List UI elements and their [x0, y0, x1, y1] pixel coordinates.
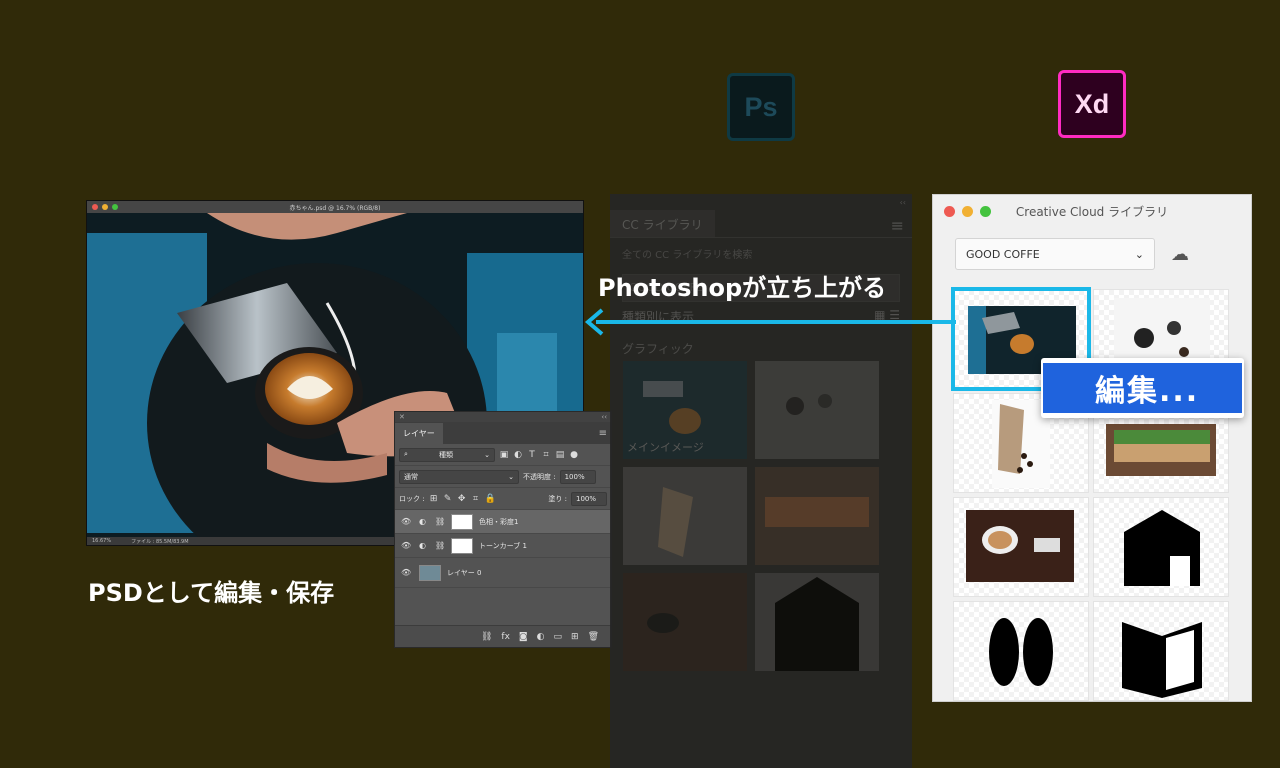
trash-icon[interactable]: 🗑 [588, 632, 599, 642]
panel-menu-icon[interactable]: ≡ [883, 210, 912, 237]
lock-position-icon[interactable]: ✥ [457, 494, 467, 504]
lock-all-icon[interactable]: 🔒 [485, 494, 496, 504]
library-name: GOOD COFFE [966, 247, 1040, 261]
layer-mask-thumbnail[interactable] [451, 537, 473, 554]
opacity-field[interactable]: 100% [559, 469, 596, 484]
library-item[interactable] [623, 573, 747, 671]
fill-field[interactable]: 100% [571, 491, 607, 506]
panel-collapse-icon[interactable]: ‹‹ [900, 198, 906, 207]
eye-icon[interactable]: 👁 [401, 517, 413, 526]
adjustment-layer-icon: ◐ [419, 541, 426, 550]
file-size-readout: ファイル : 85.5M/83.9M [131, 538, 189, 545]
layer-row[interactable]: 👁 レイヤー 0 [395, 558, 611, 588]
cc-library-titlebar: Creative Cloud ライブラリ [933, 195, 1251, 227]
library-item[interactable] [953, 601, 1089, 701]
library-search[interactable]: 全ての CC ライブラリを検索 [622, 246, 900, 266]
opacity-label: 不透明度 : [523, 472, 556, 481]
arrow-icon [584, 308, 956, 336]
library-item[interactable] [755, 573, 879, 671]
blend-mode-value: 通常 [404, 472, 418, 481]
add-mask-icon[interactable]: ◙ [519, 632, 528, 642]
zoom-readout: 16.67% [92, 538, 112, 544]
lock-label: ロック : [399, 494, 425, 503]
fill-label: 塗り : [548, 494, 567, 503]
layer-filter-select[interactable]: ⌕ 種類 ⌄ [399, 447, 495, 462]
type-filter-icon[interactable]: T [527, 450, 537, 460]
library-item[interactable] [953, 497, 1089, 597]
adjustment-layer-icon: ◐ [419, 517, 426, 526]
filter-toggle-icon[interactable]: ● [569, 450, 579, 460]
library-item[interactable] [755, 467, 879, 565]
library-item[interactable] [755, 361, 879, 459]
library-item[interactable] [1093, 497, 1229, 597]
library-select[interactable]: GOOD COFFE ⌄ [955, 238, 1155, 270]
link-icon: ⛓ [435, 541, 446, 550]
new-adjustment-icon[interactable]: ◐ [537, 632, 545, 642]
tab-cc-library[interactable]: CC ライブラリ [610, 210, 715, 237]
lock-artboard-icon[interactable]: ⌗ [471, 494, 481, 504]
xd-icon-label: Xd [1074, 88, 1110, 119]
fx-icon[interactable]: fx [501, 632, 510, 642]
adjustment-filter-icon[interactable]: ◐ [513, 450, 523, 460]
panel-collapse-icon[interactable]: ‹‹ [601, 413, 607, 421]
fill-value: 100% [576, 494, 597, 503]
link-layers-icon[interactable]: ⛓ [481, 632, 492, 642]
cc-library-title: Creative Cloud ライブラリ [1015, 204, 1169, 219]
library-item[interactable]: メインイメージ [623, 361, 747, 459]
lock-transparency-icon[interactable]: ⊞ [429, 494, 439, 504]
search-icon: ⌕ [404, 450, 408, 458]
creative-cloud-icon[interactable]: ☁ [1171, 244, 1189, 265]
layer-mask-thumbnail[interactable] [451, 513, 473, 530]
ps-icon-label: Ps [744, 91, 778, 122]
chevron-down-icon: ⌄ [484, 450, 490, 459]
layer-row[interactable]: 👁 ◐ ⛓ トーンカーブ 1 [395, 534, 611, 558]
launch-caption: Photoshopが立ち上がる [598, 274, 887, 302]
layer-name[interactable]: 色相・彩度1 [479, 517, 518, 527]
document-title: 赤ちゃん.psd @ 16.7% (RGB/8) [289, 204, 381, 212]
layers-footer: ⛓ fx ◙ ◐ ▭ ⊞ 🗑 [395, 625, 611, 647]
eye-icon[interactable]: 👁 [401, 568, 413, 577]
edit-menu-item[interactable]: 編集... [1043, 363, 1242, 413]
photoshop-app-icon[interactable]: Ps [727, 73, 795, 141]
lock-paint-icon[interactable]: ✎ [443, 494, 453, 504]
document-titlebar: 赤ちゃん.psd @ 16.7% (RGB/8) [87, 201, 583, 213]
pixel-filter-icon[interactable]: ▣ [499, 450, 509, 460]
panel-close-icon[interactable]: ✕ [399, 413, 405, 421]
layer-thumbnail[interactable] [419, 564, 441, 581]
layer-name[interactable]: トーンカーブ 1 [479, 541, 527, 551]
blend-mode-select[interactable]: 通常 ⌄ [399, 469, 519, 484]
psd-edit-caption: PSDとして編集・保存 [88, 579, 335, 607]
xd-app-icon[interactable]: Xd [1058, 70, 1126, 138]
filter-kind-value: 種類 [439, 450, 454, 459]
new-group-icon[interactable]: ▭ [554, 632, 563, 642]
smart-object-filter-icon[interactable]: ▤ [555, 450, 565, 460]
link-icon: ⛓ [435, 517, 446, 526]
library-item[interactable] [1093, 601, 1229, 701]
eye-icon[interactable]: 👁 [401, 541, 413, 550]
opacity-value: 100% [564, 472, 585, 481]
chevron-down-icon: ⌄ [1134, 247, 1144, 261]
cc-library-window: Creative Cloud ライブラリ GOOD COFFE ⌄ ☁ [932, 194, 1252, 702]
library-item-label: メインイメージ [627, 441, 704, 454]
layer-row[interactable]: 👁 ◐ ⛓ 色相・彩度1 [395, 510, 611, 534]
shape-filter-icon[interactable]: ⌗ [541, 450, 551, 460]
context-menu: 編集... [1041, 358, 1244, 418]
library-item[interactable] [623, 467, 747, 565]
chevron-down-icon: ⌄ [508, 472, 514, 481]
tab-layers[interactable]: レイヤー [395, 423, 443, 444]
layers-panel: ✕ ‹‹ レイヤー ≡ ⌕ 種類 ⌄ ▣ ◐ T ⌗ ▤ ● 通常 ⌄ 不透明度 … [394, 411, 612, 648]
layer-name[interactable]: レイヤー 0 [447, 568, 481, 578]
new-layer-icon[interactable]: ⊞ [571, 632, 579, 642]
section-graphics[interactable]: グラフィック [622, 340, 900, 357]
